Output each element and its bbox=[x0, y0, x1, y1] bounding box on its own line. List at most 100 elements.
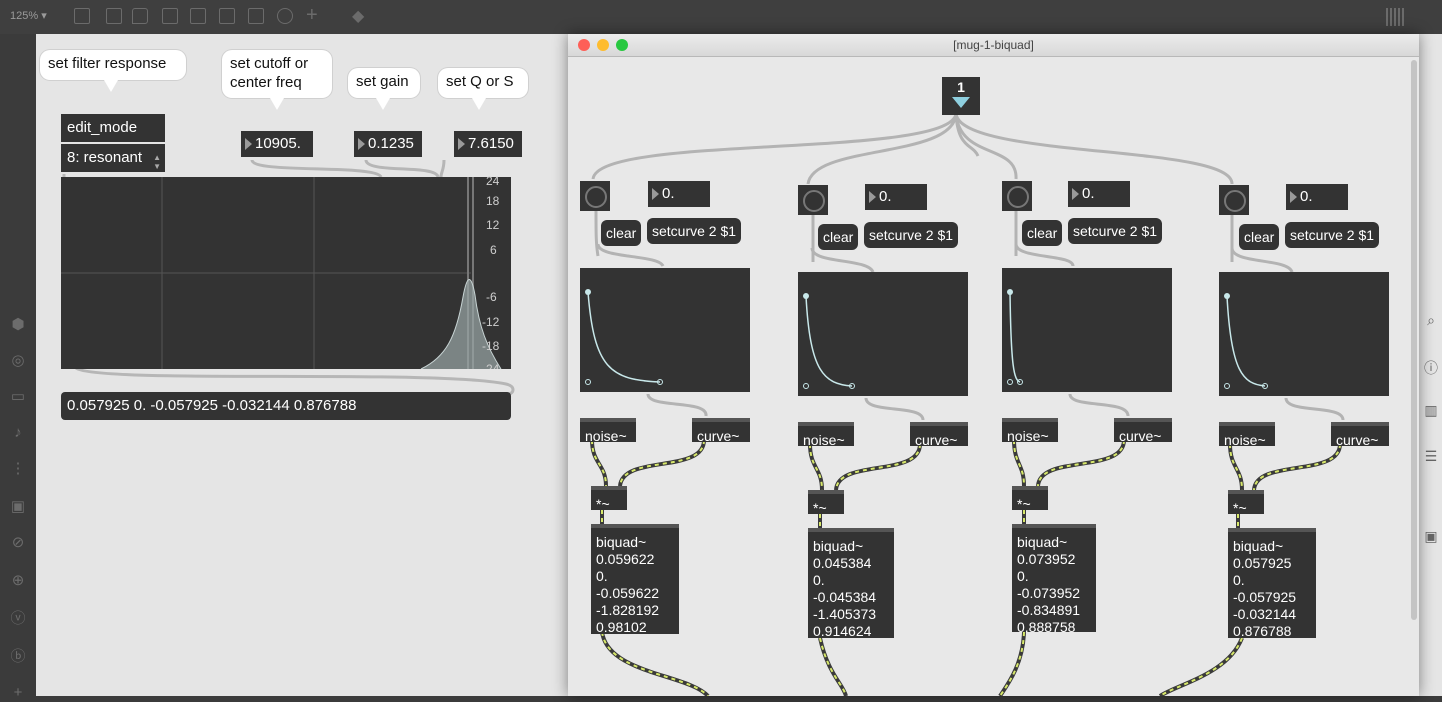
msg-text: clear bbox=[606, 225, 637, 241]
biquad-coeff: 0.876788 bbox=[1233, 623, 1292, 639]
button-icon[interactable] bbox=[190, 8, 206, 24]
voice-4-biquad-object[interactable]: biquad~ 0.057925 0. -0.057925 -0.032144 … bbox=[1228, 528, 1316, 639]
voice-1-mult-object[interactable]: *~ bbox=[591, 486, 627, 512]
voice-4-function-editor[interactable] bbox=[1219, 272, 1389, 396]
gain-number[interactable]: 0.1235 bbox=[354, 131, 422, 157]
voice-4-curve-object[interactable]: curve~ bbox=[1331, 422, 1389, 448]
biquad-coeff: 0.98102 bbox=[596, 619, 647, 635]
number-icon[interactable] bbox=[248, 8, 264, 24]
zoom-menu[interactable]: 125% ▾ bbox=[10, 9, 47, 22]
edit-mode-umenu[interactable]: 8: resonant ▲ ▼ bbox=[61, 144, 165, 172]
comment-text: set filter response bbox=[48, 55, 167, 72]
voice-2-float[interactable]: 0. bbox=[865, 184, 927, 210]
cutoff-value: 10905. bbox=[255, 135, 301, 152]
voice-2-mult-object[interactable]: *~ bbox=[808, 490, 844, 516]
target-icon[interactable]: ◎ bbox=[9, 352, 27, 370]
search-icon[interactable]: ⌕ bbox=[1423, 312, 1439, 328]
patcher-window-icon[interactable] bbox=[74, 8, 90, 24]
edit-mode-message[interactable]: edit_mode bbox=[61, 114, 165, 142]
edit-mode-value: 8: resonant bbox=[67, 149, 143, 166]
filter-graph[interactable]: 24 18 12 6 -6 -12 -18 -24 bbox=[61, 174, 511, 370]
voice-3-noise-object[interactable]: noise~ bbox=[1002, 418, 1058, 444]
plugin-icon[interactable]: ⊕ bbox=[9, 572, 27, 590]
voice-2-function-editor[interactable] bbox=[798, 272, 968, 396]
grid-icon[interactable] bbox=[1386, 8, 1404, 26]
biquad-coeff: 0.059622 bbox=[596, 551, 655, 567]
image-icon[interactable]: ▣ bbox=[9, 498, 27, 516]
brand-icon[interactable]: ⓑ bbox=[9, 648, 27, 666]
voice-1-noise-object[interactable]: noise~ bbox=[580, 418, 636, 444]
voice-2-toggle[interactable] bbox=[798, 185, 828, 215]
cutoff-number[interactable]: 10905. bbox=[241, 131, 313, 157]
voice-3-function-editor[interactable] bbox=[1002, 268, 1172, 392]
plus-icon[interactable]: + bbox=[306, 4, 318, 27]
camera-icon[interactable]: ▣ bbox=[1423, 528, 1439, 544]
voice-4-mult-object[interactable]: *~ bbox=[1228, 490, 1264, 516]
coeffs-message[interactable]: 0.057925 0. -0.057925 -0.032144 0.876788 bbox=[61, 392, 511, 420]
vimeo-icon[interactable]: ⓥ bbox=[9, 610, 27, 628]
voice-3-curve-object[interactable]: curve~ bbox=[1114, 418, 1172, 444]
slider-icon[interactable] bbox=[219, 8, 235, 24]
voice-1-float[interactable]: 0. bbox=[648, 181, 710, 207]
voice-1-biquad-object[interactable]: biquad~ 0.059622 0. -0.059622 -1.828192 … bbox=[591, 524, 679, 635]
voice-4-toggle[interactable] bbox=[1219, 185, 1249, 215]
obj-text: noise~ bbox=[1007, 428, 1049, 444]
clip-icon[interactable]: ⊘ bbox=[9, 534, 27, 552]
voice-trigger-number[interactable]: 1 bbox=[942, 77, 980, 115]
toggle-icon[interactable] bbox=[162, 8, 178, 24]
plus-icon[interactable]: + bbox=[9, 684, 27, 702]
obj-text: *~ bbox=[1017, 496, 1031, 512]
obj-text: curve~ bbox=[915, 432, 958, 448]
edit-mode-label: edit_mode bbox=[67, 119, 138, 136]
voice-3-setcurve-message[interactable]: setcurve 2 $1 bbox=[1068, 218, 1163, 244]
voice-1-toggle[interactable] bbox=[580, 181, 610, 211]
info-icon[interactable]: ⓘ bbox=[1423, 358, 1439, 376]
trigger-value: 1 bbox=[957, 79, 965, 95]
voice-3-biquad-object[interactable]: biquad~ 0.073952 0. -0.073952 -0.834891 … bbox=[1012, 524, 1096, 635]
comment-text: set Q or S bbox=[446, 73, 514, 90]
fader-icon[interactable]: ⋮ bbox=[9, 460, 27, 478]
paint-bucket-icon[interactable]: ◆ bbox=[352, 6, 364, 26]
voice-2-setcurve-message[interactable]: setcurve 2 $1 bbox=[864, 222, 959, 248]
db-label: -6 bbox=[486, 290, 497, 304]
number-arrow-icon bbox=[358, 138, 365, 150]
q-number[interactable]: 7.6150 bbox=[454, 131, 522, 157]
voice-4-setcurve-message[interactable]: setcurve 2 $1 bbox=[1285, 222, 1380, 248]
voice-3-toggle[interactable] bbox=[1002, 181, 1032, 211]
voice-1-clear-message[interactable]: clear bbox=[601, 220, 642, 246]
voice-2-curve-object[interactable]: curve~ bbox=[910, 422, 968, 448]
biquad-name: biquad~ bbox=[1233, 538, 1284, 554]
voice-3-clear-message[interactable]: clear bbox=[1022, 220, 1063, 246]
voice-3-float[interactable]: 0. bbox=[1068, 181, 1130, 207]
voice-4-noise-object[interactable]: noise~ bbox=[1219, 422, 1275, 448]
number-arrow-icon bbox=[652, 188, 659, 200]
voice-2-biquad-object[interactable]: biquad~ 0.045384 0. -0.045384 -1.405373 … bbox=[808, 528, 894, 639]
obj-text: noise~ bbox=[803, 432, 845, 448]
voice-1-setcurve-message[interactable]: setcurve 2 $1 bbox=[647, 218, 742, 244]
float-value: 0. bbox=[662, 185, 675, 202]
bubble-tail bbox=[376, 98, 390, 110]
voice-4-clear-message[interactable]: clear bbox=[1239, 224, 1280, 250]
voice-2-noise-object[interactable]: noise~ bbox=[798, 422, 854, 448]
biquad-coeff: 0.888758 bbox=[1017, 619, 1076, 635]
biquad-coeff: -0.057925 bbox=[1233, 589, 1297, 605]
note-icon[interactable]: ♪ bbox=[9, 424, 27, 442]
bubble-tail bbox=[104, 80, 118, 92]
voice-2-clear-message[interactable]: clear bbox=[818, 224, 859, 250]
message-icon[interactable] bbox=[106, 8, 122, 24]
obj-text: noise~ bbox=[1224, 432, 1266, 448]
dial-icon[interactable] bbox=[277, 8, 293, 24]
list-icon[interactable]: ▭ bbox=[9, 388, 27, 406]
voice-3-mult-object[interactable]: *~ bbox=[1012, 486, 1048, 512]
inspector-icon[interactable]: ▥ bbox=[1423, 402, 1439, 418]
msg-text: clear bbox=[1027, 225, 1058, 241]
list-icon[interactable]: ☰ bbox=[1423, 448, 1439, 464]
float-value: 0. bbox=[1082, 185, 1095, 202]
voice-1-function-editor[interactable] bbox=[580, 268, 750, 392]
comment-icon[interactable] bbox=[132, 8, 148, 24]
biquad-coeff: -0.059622 bbox=[596, 585, 660, 601]
cube-icon[interactable]: ⬢ bbox=[9, 316, 27, 334]
biquad-coeff: 0. bbox=[1017, 568, 1029, 584]
voice-1-curve-object[interactable]: curve~ bbox=[692, 418, 750, 444]
voice-4-float[interactable]: 0. bbox=[1286, 184, 1348, 210]
